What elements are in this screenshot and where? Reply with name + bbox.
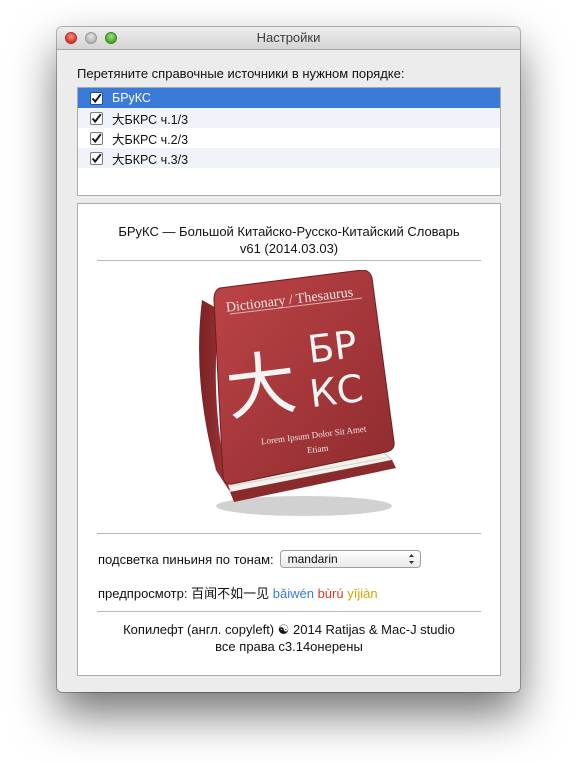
checkmark-icon	[91, 153, 102, 163]
source-checkbox[interactable]	[90, 91, 103, 105]
source-item-label: 大БКРС ч.2/3	[112, 132, 189, 147]
dictionary-name: БРуКС — Большой Китайско-Русско-Китайски…	[118, 224, 460, 239]
preview-pinyin-word: bùrú	[317, 586, 344, 601]
about-title: БРуКС — Большой Китайско-Русско-Китайски…	[78, 223, 500, 257]
source-item-label: 大БКРС ч.1/3	[112, 112, 189, 127]
pinyin-preview: предпросмотр: 百闻不如一见 bǎiwén bùrú yījiàn	[98, 583, 378, 602]
source-checkbox[interactable]	[90, 131, 103, 145]
book-letters-bottom: КС	[307, 366, 365, 416]
divider	[97, 533, 481, 534]
zoom-window-button[interactable]	[105, 32, 117, 44]
checkmark-icon	[91, 93, 102, 103]
dictionary-book-icon: Dictionary / Thesaurus 大 БР КС Lorem Ips…	[199, 270, 396, 516]
dictionary-version: v61 (2014.03.03)	[239, 241, 339, 256]
divider	[97, 611, 481, 612]
close-window-button[interactable]	[65, 32, 77, 44]
copyright-line: Копилефт (англ. copyleft) ☯ 2014 Ratijas…	[123, 622, 455, 637]
tone-scheme-select[interactable]: mandarin	[279, 550, 421, 568]
source-checkbox[interactable]	[90, 111, 103, 125]
source-item-label: БРуКС	[112, 91, 151, 105]
checkmark-icon	[91, 113, 102, 123]
window-title: Настройки	[256, 30, 321, 45]
preview-hanzi: 百闻不如一见	[191, 586, 270, 601]
source-item-bkrs-3[interactable]: 大БКРС ч.3/3	[78, 148, 500, 168]
preview-label: предпросмотр:	[98, 586, 188, 601]
copyright-line: все права с3.14онерены	[215, 639, 363, 654]
preview-pinyin-word: bǎiwén	[272, 586, 314, 601]
sources-instruction: Перетяните справочные источники в нужном…	[77, 66, 405, 81]
divider	[97, 260, 481, 261]
source-item-bkrs-2[interactable]: 大БКРС ч.2/3	[78, 128, 500, 148]
tone-highlight-row: подсветка пиньиня по тонам: mandarin	[98, 550, 421, 568]
preview-pinyin-word: yījiàn	[347, 586, 378, 601]
book-big-char: 大	[221, 341, 300, 431]
source-item-brucs[interactable]: БРуКС	[78, 88, 500, 108]
select-arrows-icon	[408, 554, 414, 564]
checkmark-icon	[91, 133, 102, 143]
source-checkbox[interactable]	[90, 151, 103, 165]
title-bar: Настройки	[57, 27, 520, 50]
preferences-window: Настройки Перетяните справочные источник…	[57, 27, 520, 692]
tone-scheme-value: mandarin	[287, 552, 338, 566]
book-letters-top: БР	[305, 322, 359, 372]
source-item-label: 大БКРС ч.3/3	[112, 152, 189, 167]
source-item-bkrs-1[interactable]: 大БКРС ч.1/3	[78, 108, 500, 128]
minimize-window-button[interactable]	[85, 32, 97, 44]
tone-highlight-label: подсветка пиньиня по тонам:	[98, 551, 274, 567]
sources-list[interactable]: БРуКС 大БКРС ч.1/3 大БКРС ч.2/3 大БКРС ч.3/…	[77, 87, 501, 196]
copyright-notice: Копилефт (англ. copyleft) ☯ 2014 Ratijas…	[78, 621, 500, 655]
about-panel: БРуКС — Большой Китайско-Русско-Китайски…	[77, 203, 501, 676]
